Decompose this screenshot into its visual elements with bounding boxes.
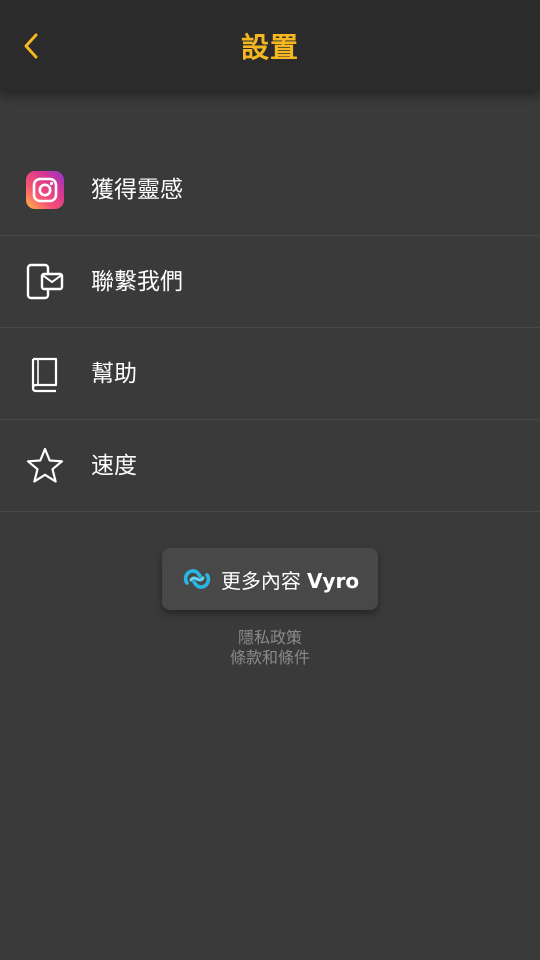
vyro-logo-icon: [183, 569, 211, 589]
menu-item-contact[interactable]: 聯繫我們: [0, 236, 540, 328]
instagram-icon: [25, 170, 65, 210]
menu-label-help: 幫助: [91, 361, 137, 387]
menu-item-inspiration[interactable]: 獲得靈感: [0, 144, 540, 236]
menu-item-rate[interactable]: 速度: [0, 420, 540, 512]
menu-label-inspiration: 獲得靈感: [91, 177, 183, 203]
settings-screen: 設置 獲得靈感 聯繫我們 幫助 速度 更多內容 Vyro 隱私政策 條款和條件: [0, 0, 540, 960]
phone-mail-icon: [25, 262, 65, 302]
vyro-brand: Vyro: [306, 568, 360, 593]
menu-item-help[interactable]: 幫助: [0, 328, 540, 420]
terms-link[interactable]: 條款和條件: [0, 648, 540, 668]
page-title: 設置: [240, 31, 299, 64]
more-content-vyro-button[interactable]: 更多內容 Vyro: [162, 548, 378, 610]
more-content-label: 更多內容 Vyro: [221, 565, 359, 594]
privacy-policy-link[interactable]: 隱私政策: [0, 628, 540, 648]
book-icon: [25, 354, 65, 394]
more-content-text: 更多內容: [220, 568, 301, 593]
menu-label-rate: 速度: [91, 453, 137, 479]
menu-label-contact: 聯繫我們: [91, 269, 183, 295]
legal-links: 隱私政策 條款和條件: [0, 628, 540, 668]
top-bar: 設置: [0, 0, 540, 90]
star-icon: [25, 446, 65, 486]
settings-menu: 獲得靈感 聯繫我們 幫助 速度: [0, 144, 540, 512]
